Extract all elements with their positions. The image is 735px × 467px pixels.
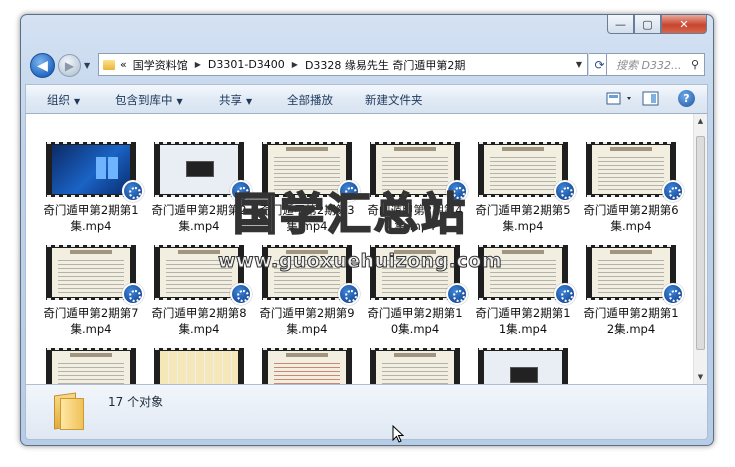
watermark-url: www.guoxuehuizong.com [217,250,503,273]
navigation-bar: ◀ ▶ ▼ « 国学资料馆 ▶ D3301-D3400 ▶ D3328 缘易先生… [21,43,713,78]
back-arrow-icon: ◀ [37,57,48,74]
file-name: 奇门遁甲第2期第1集.mp4 [43,203,139,233]
change-view-button[interactable] [606,91,636,110]
search-placeholder: 搜索 D332... [616,58,682,72]
file-name: 奇门遁甲第2期第9集.mp4 [259,306,355,336]
video-thumbnail [154,348,244,384]
media-player-icon [122,283,144,305]
file-item[interactable]: 奇门遁甲第2期第6集.mp4 [583,142,686,242]
video-thumbnail [370,348,460,384]
file-name: 奇门遁甲第2期第5集.mp4 [475,203,571,233]
refresh-icon: ⟳ [594,57,605,72]
item-count: 17 个对象 [108,395,164,409]
chevron-down-icon: ▼ [176,97,183,106]
help-icon: ? [678,90,695,107]
file-item[interactable]: 奇门遁甲第2期第1集.mp4 [43,142,146,242]
video-thumbnail [478,348,568,384]
view-options-icon [606,92,631,105]
minimize-button[interactable]: — [607,15,634,34]
recent-pages-dropdown[interactable]: ▼ [84,61,90,70]
maximize-button[interactable]: ▢ [634,15,661,34]
file-item[interactable] [478,348,578,384]
file-name: 奇门遁甲第2期第8集.mp4 [151,306,247,336]
close-button[interactable]: ✕ [661,15,707,34]
scroll-thumb[interactable] [696,136,705,350]
forward-arrow-icon: ▶ [64,58,75,73]
media-player-icon [662,180,684,202]
media-player-icon [554,180,576,202]
details-pane: 17 个对象 [25,384,708,440]
chevron-down-icon: ▼ [74,97,81,106]
breadcrumb-overflow[interactable]: « [120,58,127,71]
media-player-icon [446,283,468,305]
file-item[interactable] [370,348,470,384]
help-button[interactable]: ? [678,90,695,107]
video-thumbnail [46,348,136,384]
scroll-down-icon[interactable]: ▼ [694,370,707,384]
file-name: 奇门遁甲第2期第6集.mp4 [583,203,679,233]
search-icon[interactable]: ⚲ [691,58,699,71]
back-button[interactable]: ◀ [30,53,55,78]
breadcrumb-separator-icon[interactable]: ▶ [195,60,201,69]
file-item[interactable] [46,348,146,384]
file-name: 奇门遁甲第2期第7集.mp4 [43,306,139,336]
file-name: 奇门遁甲第2期第10集.mp4 [367,306,463,336]
search-input[interactable]: 搜索 D332... ⚲ [606,53,705,76]
breadcrumb-item[interactable]: 国学资料馆 [133,57,188,73]
new-folder-button[interactable]: 新建文件夹 [365,92,423,108]
media-player-icon [338,283,360,305]
chevron-down-icon: ▼ [246,97,253,106]
caption-buttons: — ▢ ✕ [607,15,707,35]
media-player-icon [662,283,684,305]
file-item[interactable] [262,348,362,384]
organize-button[interactable]: 组织 ▼ [47,92,80,108]
file-name: 奇门遁甲第2期第12集.mp4 [583,306,679,336]
breadcrumb-item[interactable]: D3328 缘易先生 奇门遁甲第2期 [305,57,465,73]
share-button[interactable]: 共享 ▼ [219,92,252,108]
command-bar: 组织 ▼ 包含到库中 ▼ 共享 ▼ 全部播放 新建文件夹 ? [25,84,708,114]
preview-pane-icon [642,91,659,106]
media-player-icon [230,283,252,305]
file-item[interactable]: 奇门遁甲第2期第7集.mp4 [43,245,146,345]
file-item[interactable] [154,348,254,384]
breadcrumb-separator-icon[interactable]: ▶ [292,60,298,69]
play-all-button[interactable]: 全部播放 [287,92,333,108]
file-item[interactable]: 奇门遁甲第2期第12集.mp4 [583,245,686,345]
scroll-up-icon[interactable]: ▲ [694,114,707,128]
breadcrumb-item[interactable]: D3301-D3400 [208,58,285,71]
watermark-title: 国学汇总站 [232,188,468,241]
folder-icon [103,59,115,70]
address-dropdown-icon[interactable]: ▼ [571,60,587,69]
media-player-icon [122,180,144,202]
file-list[interactable]: 奇门遁甲第2期第1集.mp4 奇门遁甲第2期第2集.mp4 奇门遁甲第2期第3集.m… [25,114,708,384]
address-bar[interactable]: « 国学资料馆 ▶ D3301-D3400 ▶ D3328 缘易先生 奇门遁甲第… [98,53,588,76]
include-in-library-button[interactable]: 包含到库中 ▼ [115,92,183,108]
preview-pane-button[interactable] [642,91,660,110]
file-item[interactable]: 奇门遁甲第2期第5集.mp4 [475,142,578,242]
folder-icon [52,392,86,430]
vertical-scrollbar[interactable]: ▲ ▼ [693,114,707,384]
media-player-icon [554,283,576,305]
video-thumbnail [262,348,352,384]
mouse-cursor-icon [392,425,404,443]
forward-button[interactable]: ▶ [58,54,81,77]
file-name: 奇门遁甲第2期第11集.mp4 [475,306,571,336]
